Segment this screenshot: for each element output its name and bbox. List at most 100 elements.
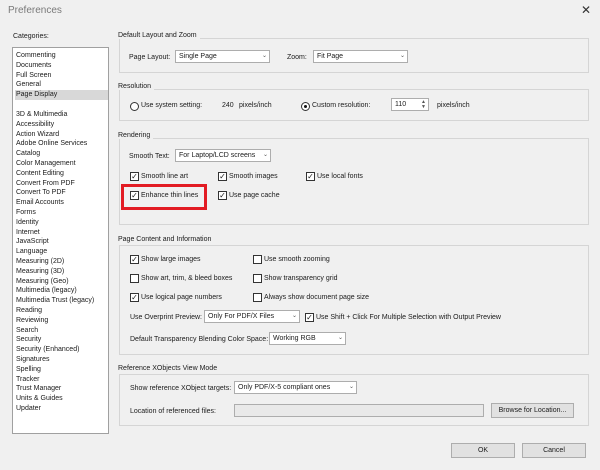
category-item[interactable]: Accessibility: [15, 120, 108, 130]
browse-location-button[interactable]: Browse for Location...: [491, 403, 574, 418]
show-transparency-grid-checkbox[interactable]: [253, 274, 262, 283]
rendering-group-title: Rendering: [118, 132, 154, 139]
category-item[interactable]: 3D & Multimedia: [15, 110, 108, 120]
zoom-label: Zoom:: [287, 54, 307, 61]
use-page-cache-checkbox[interactable]: ✓: [218, 191, 227, 200]
category-item[interactable]: Measuring (2D): [15, 257, 108, 267]
system-setting-label: Use system setting:: [141, 102, 203, 109]
category-item[interactable]: Security: [15, 335, 108, 345]
content-group-title: Page Content and Information: [118, 236, 215, 243]
cancel-button[interactable]: Cancel: [522, 443, 586, 458]
show-targets-label: Show reference XObject targets:: [130, 385, 232, 392]
chevron-down-icon: ⌄: [348, 384, 354, 390]
location-label: Location of referenced files:: [130, 408, 216, 415]
use-smooth-zooming-checkbox[interactable]: [253, 255, 262, 264]
location-input[interactable]: [234, 404, 484, 417]
chevron-down-icon: ⌄: [337, 335, 343, 341]
category-item[interactable]: Measuring (3D): [15, 267, 108, 277]
blending-select[interactable]: Working RGB ⌄: [269, 332, 346, 345]
categories-label: Categories:: [13, 33, 49, 40]
category-item[interactable]: Convert To PDF: [15, 188, 108, 198]
stepper-icon: ▲ ▼: [421, 99, 426, 110]
category-item[interactable]: Tracker: [15, 375, 108, 385]
smooth-images-label: Smooth images: [229, 173, 278, 180]
category-item[interactable]: Email Accounts: [15, 198, 108, 208]
shift-click-checkbox[interactable]: ✓: [305, 313, 314, 322]
category-item[interactable]: Multimedia (legacy): [15, 286, 108, 296]
smooth-line-art-label: Smooth line art: [141, 173, 189, 180]
category-item[interactable]: Convert From PDF: [15, 179, 108, 189]
category-item[interactable]: Full Screen: [15, 71, 108, 81]
close-icon[interactable]: ✕: [581, 3, 591, 17]
always-show-doc-size-checkbox[interactable]: [253, 293, 262, 302]
category-item[interactable]: Trust Manager: [15, 384, 108, 394]
category-item[interactable]: Forms: [15, 208, 108, 218]
show-large-images-label: Show large images: [141, 256, 201, 263]
show-art-trim-checkbox[interactable]: [130, 274, 139, 283]
category-item[interactable]: Identity: [15, 218, 108, 228]
layout-group-title: Default Layout and Zoom: [118, 32, 200, 39]
blending-label: Default Transparency Blending Color Spac…: [130, 336, 269, 343]
categories-list[interactable]: Commenting Documents Full Screen General Pag…: [12, 47, 109, 434]
category-item[interactable]: Adobe Online Services: [15, 139, 108, 149]
category-item[interactable]: Signatures: [15, 355, 108, 365]
shift-click-label: Use Shift + Click For Multiple Selection…: [316, 314, 501, 321]
page-layout-select[interactable]: Single Page ⌄: [175, 50, 270, 63]
page-layout-label: Page Layout:: [129, 54, 171, 61]
category-item[interactable]: Content Editing: [15, 169, 108, 179]
category-item[interactable]: Measuring (Geo): [15, 277, 108, 287]
chevron-down-icon: ⌄: [261, 53, 267, 59]
zoom-select[interactable]: Fit Page ⌄: [313, 50, 408, 63]
custom-resolution-radio[interactable]: [301, 102, 310, 111]
system-setting-unit: pixels/inch: [239, 102, 272, 109]
xobjects-group-title: Reference XObjects View Mode: [118, 365, 221, 372]
always-show-doc-size-label: Always show document page size: [264, 294, 370, 301]
use-page-cache-label: Use page cache: [229, 192, 280, 199]
overprint-select[interactable]: Only For PDF/X Files ⌄: [204, 310, 300, 323]
chevron-down-icon: ⌄: [262, 152, 268, 158]
category-item[interactable]: Language: [15, 247, 108, 257]
use-local-fonts-checkbox[interactable]: ✓: [306, 172, 315, 181]
category-item[interactable]: Search: [15, 326, 108, 336]
category-item[interactable]: Page Display: [15, 90, 108, 100]
category-item[interactable]: JavaScript: [15, 237, 108, 247]
show-art-trim-label: Show art, trim, & bleed boxes: [141, 275, 233, 282]
smooth-line-art-checkbox[interactable]: ✓: [130, 172, 139, 181]
category-item[interactable]: Commenting: [15, 51, 108, 61]
category-item[interactable]: Multimedia Trust (legacy): [15, 296, 108, 306]
overprint-label: Use Overprint Preview:: [130, 314, 202, 321]
smooth-text-label: Smooth Text:: [129, 153, 170, 160]
chevron-down-icon: ⌄: [291, 313, 297, 319]
title-bar: Preferences ✕: [0, 0, 600, 22]
system-setting-radio[interactable]: [130, 102, 139, 111]
system-setting-value: 240: [222, 102, 234, 109]
use-smooth-zooming-label: Use smooth zooming: [264, 256, 330, 263]
category-item[interactable]: Updater: [15, 404, 108, 414]
category-item[interactable]: Color Management: [15, 159, 108, 169]
category-item[interactable]: Action Wizard: [15, 130, 108, 140]
use-local-fonts-label: Use local fonts: [317, 173, 363, 180]
category-item[interactable]: Units & Guides: [15, 394, 108, 404]
smooth-images-checkbox[interactable]: ✓: [218, 172, 227, 181]
window-title: Preferences: [8, 5, 62, 16]
use-logical-page-numbers-checkbox[interactable]: ✓: [130, 293, 139, 302]
category-item[interactable]: Documents: [15, 61, 108, 71]
category-item[interactable]: Reading: [15, 306, 108, 316]
category-item[interactable]: Spelling: [15, 365, 108, 375]
custom-resolution-label: Custom resolution:: [312, 102, 371, 109]
custom-resolution-unit: pixels/inch: [437, 102, 470, 109]
show-transparency-grid-label: Show transparency grid: [264, 275, 338, 282]
category-item[interactable]: Catalog: [15, 149, 108, 159]
category-item[interactable]: Reviewing: [15, 316, 108, 326]
show-large-images-checkbox[interactable]: ✓: [130, 255, 139, 264]
category-item[interactable]: Security (Enhanced): [15, 345, 108, 355]
highlight-box: [121, 184, 207, 210]
smooth-text-select[interactable]: For Laptop/LCD screens ⌄: [175, 149, 271, 162]
resolution-group-title: Resolution: [118, 83, 155, 90]
chevron-down-icon: ⌄: [399, 53, 405, 59]
ok-button[interactable]: OK: [451, 443, 515, 458]
category-item[interactable]: Internet: [15, 228, 108, 238]
show-targets-select[interactable]: Only PDF/X-5 compliant ones ⌄: [234, 381, 357, 394]
category-item[interactable]: General: [15, 80, 108, 90]
custom-resolution-input[interactable]: 110 ▲ ▼: [391, 98, 429, 111]
